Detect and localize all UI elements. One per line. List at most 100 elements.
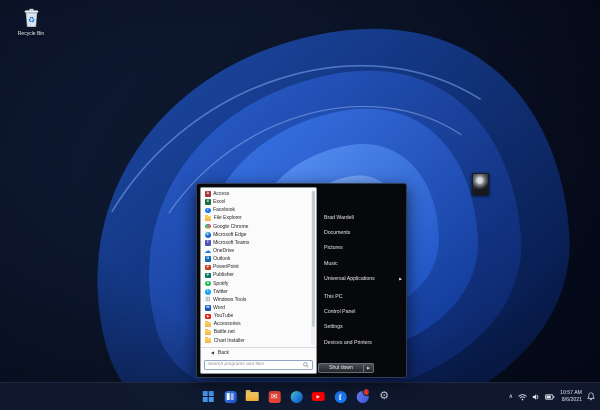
music-item[interactable]: Music xyxy=(317,256,406,271)
program-label: Microsoft Teams xyxy=(213,239,250,246)
recycle-bin-shortcut[interactable]: ♻ Recycle Bin xyxy=(8,8,54,37)
settings-button[interactable]: ⚙ xyxy=(378,390,391,403)
program-label: Chart Installer xyxy=(213,337,245,344)
program-label: Publisher xyxy=(213,272,234,279)
this-pc-label: This PC xyxy=(324,293,343,300)
program-label: PowerPoint xyxy=(213,264,239,271)
taskbar: ✉ ▶ f ⚙ ∧ 10:57 AM 8/6/2021 xyxy=(0,382,600,410)
program-item-microsoft-edge[interactable]: e Microsoft Edge xyxy=(203,231,310,239)
recycle-bin-label: Recycle Bin xyxy=(17,31,45,37)
user-name-label: Brad Wardell xyxy=(324,214,354,221)
settings-item[interactable]: Settings xyxy=(317,320,406,335)
facebook-icon: f xyxy=(334,390,347,403)
recycle-bin-icon: ♻ xyxy=(24,8,38,28)
search-row xyxy=(201,358,316,374)
program-item-powerpoint[interactable]: P PowerPoint xyxy=(203,263,310,271)
notification-bell-icon[interactable] xyxy=(587,392,595,401)
program-list: A Access X Excel f Facebook File Explorer G… xyxy=(201,188,316,347)
file-explorer-button[interactable] xyxy=(245,389,259,403)
wifi-icon[interactable] xyxy=(518,393,527,401)
system-tray: ∧ 10:57 AM 8/6/2021 xyxy=(509,383,595,410)
start-menu-places-panel: Brad Wardell Documents Pictures Music Un… xyxy=(317,173,489,377)
folder-icon xyxy=(205,329,212,335)
program-item-publisher[interactable]: P Publisher xyxy=(203,271,310,279)
program-list-scrollbar[interactable] xyxy=(311,190,315,345)
program-label: OneDrive xyxy=(213,248,235,255)
universal-applications-item[interactable]: Universal Applications ▶ xyxy=(317,272,406,287)
program-label: Spotify xyxy=(213,280,229,287)
program-label: Twitter xyxy=(213,288,228,295)
svg-text:♻: ♻ xyxy=(27,16,34,25)
user-name-item[interactable]: Brad Wardell xyxy=(317,210,406,225)
program-item-spotify[interactable]: S Spotify xyxy=(203,280,310,288)
program-item-battlenet[interactable]: Battle.net xyxy=(203,328,310,336)
shutdown-button[interactable]: Shut down xyxy=(318,362,363,373)
program-label: Facebook xyxy=(213,207,236,214)
start-menu-program-panel: A Access X Excel f Facebook File Explorer G… xyxy=(200,187,317,374)
program-item-facebook[interactable]: f Facebook xyxy=(203,206,310,214)
program-item-outlook[interactable]: O Outlook xyxy=(203,255,310,263)
mail-button[interactable]: ✉ xyxy=(268,390,281,403)
search-input[interactable] xyxy=(208,362,303,368)
folder-icon xyxy=(205,321,212,327)
volume-icon[interactable] xyxy=(532,393,540,401)
program-label: Outlook xyxy=(213,256,231,263)
program-item-youtube[interactable]: ▶ YouTube xyxy=(203,312,310,320)
scrollbar-thumb[interactable] xyxy=(311,191,315,327)
program-item-microsoft-teams[interactable]: T Microsoft Teams xyxy=(203,239,310,247)
shutdown-controls: Shut down ▶ xyxy=(318,362,374,373)
tray-overflow-chevron-icon[interactable]: ∧ xyxy=(509,393,513,400)
program-item-file-explorer[interactable]: File Explorer xyxy=(203,214,310,222)
program-item-chart-installer[interactable]: Chart Installer xyxy=(203,337,310,345)
program-label: Accessories xyxy=(213,321,241,328)
documents-item[interactable]: Documents xyxy=(317,225,406,240)
user-avatar[interactable] xyxy=(472,173,489,195)
program-item-windows-tools[interactable]: ⊞ Windows Tools xyxy=(203,296,310,304)
back-arrow-icon: ◀ xyxy=(211,351,214,355)
twitter-icon: t xyxy=(205,288,211,295)
shutdown-options-button[interactable]: ▶ xyxy=(363,362,374,373)
search-icon xyxy=(303,362,309,368)
facebook-icon: f xyxy=(205,207,211,214)
taskbar-clock[interactable]: 10:57 AM 8/6/2021 xyxy=(560,390,582,402)
program-label: Microsoft Edge xyxy=(213,231,247,238)
edge-button[interactable] xyxy=(290,390,303,403)
start11-button[interactable] xyxy=(224,390,237,403)
battery-icon[interactable] xyxy=(545,393,555,401)
mail-icon: ✉ xyxy=(268,390,281,403)
program-item-onedrive[interactable]: ☁ OneDrive xyxy=(203,247,310,255)
devices-and-printers-item[interactable]: Devices and Printers xyxy=(317,335,406,350)
program-item-accessories[interactable]: Accessories xyxy=(203,320,310,328)
chat-icon xyxy=(356,390,369,403)
tray-date: 8/6/2021 xyxy=(561,396,582,403)
control-panel-label: Control Panel xyxy=(324,309,356,316)
program-item-access[interactable]: A Access xyxy=(203,190,310,198)
program-label: File Explorer xyxy=(213,215,242,222)
chat-app-button[interactable] xyxy=(356,390,369,403)
documents-label: Documents xyxy=(324,230,351,237)
shutdown-arrow-icon: ▶ xyxy=(367,365,370,370)
program-label: Word xyxy=(213,305,225,312)
file-explorer-icon xyxy=(245,389,259,402)
control-panel-item[interactable]: Control Panel xyxy=(317,304,406,319)
program-label: Excel xyxy=(213,199,226,206)
youtube-button[interactable]: ▶ xyxy=(311,390,325,403)
program-item-excel[interactable]: X Excel xyxy=(203,198,310,206)
program-item-word[interactable]: W Word xyxy=(203,304,310,312)
edge-icon xyxy=(290,390,303,403)
pictures-item[interactable]: Pictures xyxy=(317,241,406,256)
this-pc-item[interactable]: This PC xyxy=(317,289,406,304)
windows-start-button[interactable] xyxy=(202,390,215,403)
onedrive-icon: ☁ xyxy=(204,247,212,255)
facebook-button[interactable]: f xyxy=(334,390,347,403)
program-label: Battle.net xyxy=(213,329,235,336)
settings-gear-icon: ⚙ xyxy=(379,390,390,402)
program-item-twitter[interactable]: t Twitter xyxy=(203,288,310,296)
program-item-google-chrome[interactable]: Google Chrome xyxy=(203,223,310,231)
folder-icon xyxy=(205,215,212,221)
pictures-label: Pictures xyxy=(324,245,343,252)
search-box[interactable] xyxy=(204,359,313,370)
edge-icon: e xyxy=(205,231,211,238)
youtube-icon: ▶ xyxy=(205,313,212,319)
back-button[interactable]: ◀ Back xyxy=(201,346,316,358)
